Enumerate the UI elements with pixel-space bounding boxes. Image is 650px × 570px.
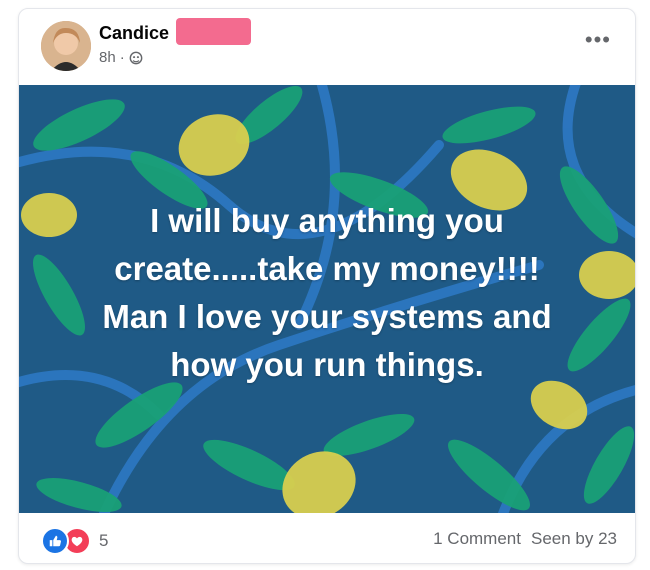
author-name[interactable]: Candice: [99, 23, 169, 44]
post-meta: 8h ·: [99, 49, 143, 66]
post-text: I will buy anything you create.....take …: [39, 197, 615, 389]
post-time[interactable]: 8h: [99, 49, 116, 66]
comments-link[interactable]: 1 Comment: [433, 529, 521, 549]
post-text-line: I will buy anything you: [150, 202, 504, 239]
post-text-line: Man I love your systems and: [102, 298, 552, 335]
reactions-summary[interactable]: 5: [41, 527, 108, 555]
post-background: I will buy anything you create.....take …: [19, 85, 635, 513]
more-options-icon[interactable]: •••: [585, 29, 611, 51]
avatar-image: [41, 21, 91, 71]
post-stats: 1 Comment Seen by 23: [433, 529, 617, 549]
seen-by-link[interactable]: Seen by 23: [531, 529, 617, 549]
friends-icon[interactable]: [129, 51, 143, 65]
meta-separator: ·: [119, 49, 125, 66]
post-text-line: create.....take my money!!!!: [114, 250, 540, 287]
post-text-line: how you run things.: [170, 346, 484, 383]
like-icon: [41, 527, 69, 555]
reaction-count: 5: [99, 531, 109, 550]
post-card: Candice 8h · ••• I will buy anything you…: [18, 8, 636, 564]
post-header: Candice 8h · •••: [19, 9, 635, 85]
redacted-surname: [176, 18, 251, 45]
avatar[interactable]: [41, 21, 91, 71]
post-footer: 5 1 Comment Seen by 23: [19, 513, 635, 563]
